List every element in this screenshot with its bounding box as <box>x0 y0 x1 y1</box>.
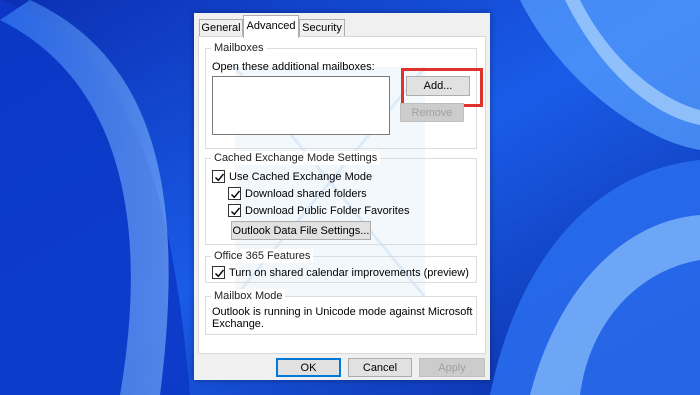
office365-group-title: Office 365 Features <box>211 249 314 263</box>
checkmark-icon <box>231 190 241 199</box>
tab-strip: General Advanced Security <box>194 13 490 38</box>
advanced-tab-panel: Mailboxes Open these additional mailboxe… <box>198 36 486 354</box>
use-cached-label: Use Cached Exchange Mode <box>229 171 373 183</box>
mailboxes-group: Mailboxes Open these additional mailboxe… <box>205 41 483 149</box>
shared-calendar-label: Turn on shared calendar improvements (pr… <box>229 267 469 279</box>
tab-advanced[interactable]: Advanced <box>243 15 299 38</box>
cached-exchange-group-title: Cached Exchange Mode Settings <box>211 151 381 165</box>
office365-features-group: Office 365 Features Turn on shared calen… <box>205 249 477 283</box>
account-settings-dialog: General Advanced Security Mailboxes Open… <box>194 13 490 380</box>
apply-button[interactable]: Apply <box>419 358 485 377</box>
download-public-checkbox[interactable] <box>228 204 241 217</box>
remove-mailbox-button[interactable]: Remove <box>400 103 464 122</box>
tab-general[interactable]: General <box>199 19 243 37</box>
download-public-label: Download Public Folder Favorites <box>245 205 410 217</box>
cached-exchange-group: Cached Exchange Mode Settings Use Cached… <box>205 151 477 245</box>
ok-button[interactable]: OK <box>276 358 341 377</box>
checkmark-icon <box>215 173 225 182</box>
cancel-button[interactable]: Cancel <box>348 358 412 377</box>
download-shared-label: Download shared folders <box>245 188 367 200</box>
data-file-settings-button[interactable]: Outlook Data File Settings... <box>231 221 371 240</box>
open-mailboxes-label: Open these additional mailboxes: <box>212 61 375 73</box>
mailboxes-group-title: Mailboxes <box>211 41 267 55</box>
mailbox-mode-group: Mailbox Mode Outlook is running in Unico… <box>205 289 477 335</box>
add-mailbox-button[interactable]: Add... <box>406 76 470 96</box>
download-shared-checkbox[interactable] <box>228 187 241 200</box>
checkmark-icon <box>215 269 225 278</box>
tab-security[interactable]: Security <box>299 19 345 37</box>
mailbox-mode-group-title: Mailbox Mode <box>211 289 286 303</box>
additional-mailboxes-list[interactable] <box>212 76 390 135</box>
mailbox-mode-text: Outlook is running in Unicode mode again… <box>212 306 473 330</box>
shared-calendar-checkbox[interactable] <box>212 266 225 279</box>
use-cached-checkbox[interactable] <box>212 170 225 183</box>
checkmark-icon <box>231 207 241 216</box>
